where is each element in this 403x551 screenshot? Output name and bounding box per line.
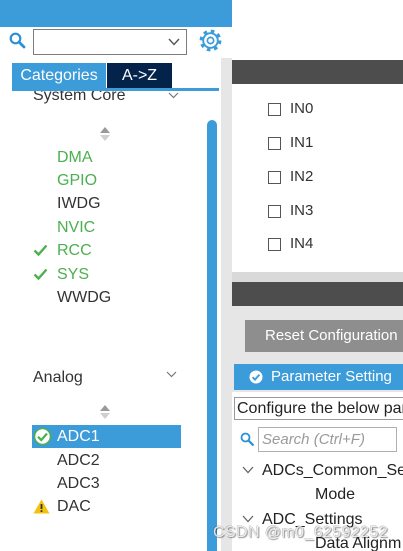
peripheral-item-iwdg[interactable]: IWDG [32, 194, 181, 213]
tree-item-mode[interactable]: Mode [315, 485, 403, 504]
channel-label: IN3 [290, 202, 314, 219]
channel-label: IN2 [290, 168, 314, 185]
check-icon [33, 268, 48, 280]
peripheral-item-adc2[interactable]: ADC2 [32, 451, 181, 470]
tab-a-to-z[interactable]: A->Z [107, 63, 172, 88]
gear-icon[interactable] [198, 28, 223, 53]
peripheral-item-gpio[interactable]: GPIO [32, 171, 181, 190]
channel-label: IN1 [290, 134, 314, 151]
check-circle-icon [33, 427, 52, 446]
tab-label: Parameter Setting [271, 368, 392, 385]
channel-checkbox-in0[interactable] [268, 103, 281, 116]
tab-categories[interactable]: Categories [12, 63, 106, 88]
category-header-system-core[interactable]: System Core [33, 91, 125, 105]
search-icon[interactable] [240, 432, 254, 446]
chevron-down-icon[interactable] [168, 38, 180, 46]
peripheral-item-rcc[interactable]: RCC [32, 241, 181, 260]
peripheral-item-adc1[interactable]: ADC1 [32, 425, 181, 448]
configure-hint-text: Configure the below par [234, 397, 403, 420]
peripheral-item-sys[interactable]: SYS [32, 265, 181, 284]
mode-header-bar [232, 60, 403, 84]
tab-parameter-settings[interactable]: Parameter Setting [234, 364, 403, 390]
watermark: CSDN @m0_62592252 [213, 524, 389, 541]
search-icon[interactable] [9, 32, 26, 49]
peripheral-label: DMA [57, 149, 93, 166]
peripheral-label: GPIO [57, 172, 98, 189]
peripheral-label: ADC1 [57, 428, 100, 445]
category-header-analog[interactable]: Analog [33, 368, 83, 387]
channel-checkbox-in4[interactable] [268, 238, 281, 251]
parameter-search-input[interactable] [258, 427, 397, 452]
chevron-down-icon[interactable] [242, 515, 254, 523]
peripheral-label: SYS [57, 266, 90, 283]
check-icon [33, 244, 48, 256]
sort-icon[interactable] [100, 127, 110, 141]
mode-channel-list: IN0 IN1 IN2 IN3 IN4 [232, 84, 403, 272]
chevron-down-icon[interactable] [168, 92, 179, 99]
channel-label: IN4 [290, 235, 314, 252]
panel-divider[interactable] [232, 272, 403, 282]
chevron-down-icon[interactable] [242, 466, 254, 474]
right-panel: IN0 IN1 IN2 IN3 IN4 Reset Configuration … [232, 0, 403, 551]
warning-icon [33, 499, 50, 514]
peripheral-search-combobox[interactable] [33, 29, 187, 55]
category-scrollbar-thumb[interactable] [207, 120, 217, 551]
channel-checkbox-in2[interactable] [268, 171, 281, 184]
tree-group-adcs-common-settings[interactable]: ADCs_Common_Se [262, 461, 403, 480]
channel-checkbox-in3[interactable] [268, 205, 281, 218]
check-circle-icon [249, 370, 263, 384]
peripheral-label: DAC [57, 498, 91, 515]
sort-icon[interactable] [100, 405, 110, 419]
peripheral-item-nvic[interactable]: NVIC [32, 218, 181, 237]
peripheral-item-dac[interactable]: DAC [32, 497, 181, 516]
peripheral-item-wwdg[interactable]: WWDG [32, 288, 181, 307]
channel-label: IN0 [290, 100, 314, 117]
peripheral-label: RCC [57, 242, 92, 259]
peripheral-label: ADC2 [57, 452, 100, 469]
peripheral-label: ADC3 [57, 475, 100, 492]
peripheral-label: IWDG [57, 195, 101, 212]
reset-configuration-button[interactable]: Reset Configuration [245, 320, 403, 352]
category-list[interactable]: System Core DMA GPIO IWDG NVIC RCC SYS W… [12, 91, 206, 551]
chevron-down-icon[interactable] [166, 371, 177, 378]
channel-checkbox-in1[interactable] [268, 137, 281, 150]
configuration-header-bar [232, 282, 403, 306]
panel-splitter[interactable] [221, 58, 232, 551]
peripheral-item-dma[interactable]: DMA [32, 148, 181, 167]
peripheral-search-input[interactable] [34, 30, 160, 54]
peripheral-label: WWDG [57, 289, 112, 306]
peripheral-label: NVIC [57, 219, 96, 236]
peripheral-item-adc3[interactable]: ADC3 [32, 474, 181, 493]
